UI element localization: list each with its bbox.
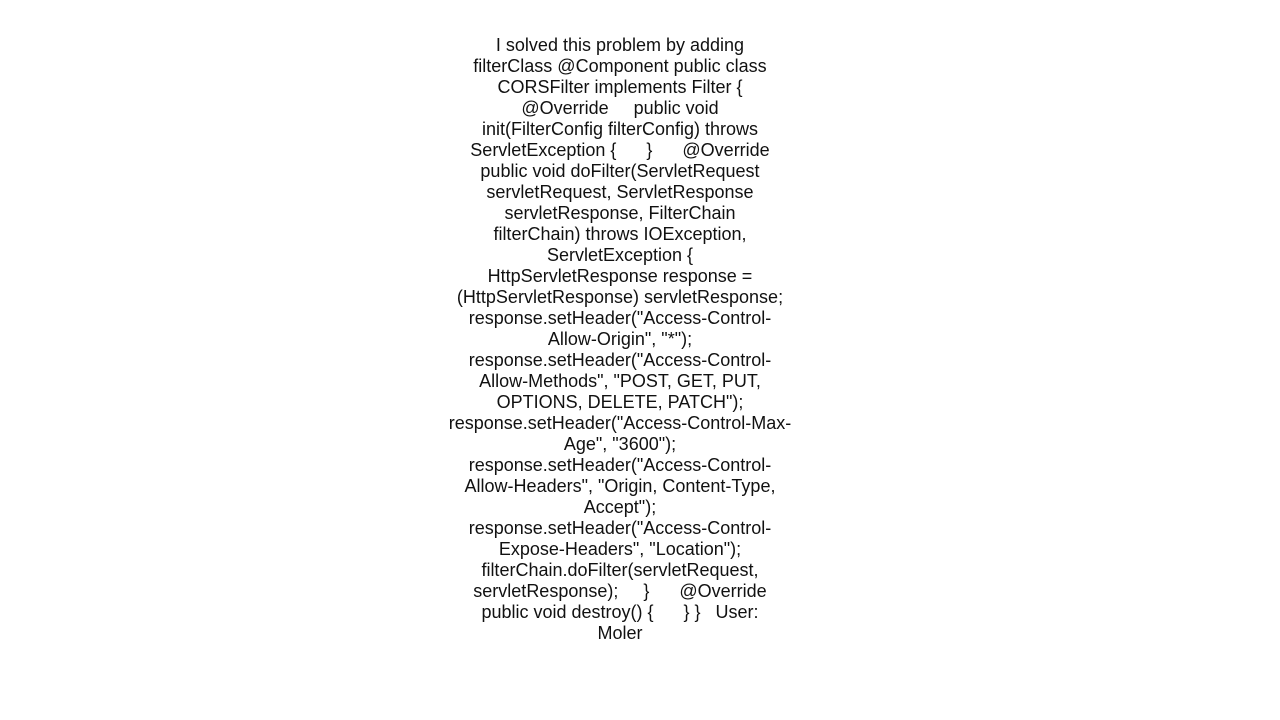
text-line: OPTIONS, DELETE, PATCH"); (496, 392, 744, 412)
page: I solved this problem by adding filterCl… (0, 0, 1280, 720)
text-line: response.setHeader("Access-Control- (468, 455, 772, 475)
text-line: public void destroy() { } } User: (481, 602, 759, 622)
text-line: (HttpServletResponse) servletResponse; (456, 287, 784, 307)
text-line: filterChain) throws IOException, (493, 224, 747, 244)
text-line: response.setHeader("Access-Control- (468, 518, 772, 538)
text-line: Expose-Headers", "Location"); (498, 539, 742, 559)
text-line: ServletException { } @Override (470, 140, 770, 160)
text-line: CORSFilter implements Filter { (497, 77, 743, 97)
text-line: filterClass @Component public class (473, 56, 767, 76)
text-line: init(FilterConfig filterConfig) throws (481, 119, 759, 139)
text-line: filterChain.doFilter(servletRequest, (481, 560, 759, 580)
text-line: @Override public void (521, 98, 719, 118)
text-line: servletRequest, ServletResponse (486, 182, 754, 202)
text-line: HttpServletResponse response = (487, 266, 753, 286)
text-line: public void doFilter(ServletRequest (480, 161, 760, 181)
answer-text-block: I solved this problem by adding filterCl… (420, 35, 820, 644)
text-line: Allow-Origin", "*"); (547, 329, 693, 349)
text-line: servletResponse, FilterChain (504, 203, 736, 223)
text-line: response.setHeader("Access-Control-Max- (448, 413, 792, 433)
text-line: response.setHeader("Access-Control- (468, 308, 772, 328)
text-line: Accept"); (583, 497, 657, 517)
text-line: Age", "3600"); (563, 434, 677, 454)
text-line: I solved this problem by adding (495, 35, 745, 55)
text-line: servletResponse); } @Override (473, 581, 767, 601)
text-line: ServletException { (546, 245, 694, 265)
author-name: Moler (597, 623, 643, 643)
text-line: Allow-Methods", "POST, GET, PUT, (479, 371, 761, 391)
text-line: response.setHeader("Access-Control- (468, 350, 772, 370)
text-line: Allow-Headers", "Origin, Content-Type, (464, 476, 776, 496)
